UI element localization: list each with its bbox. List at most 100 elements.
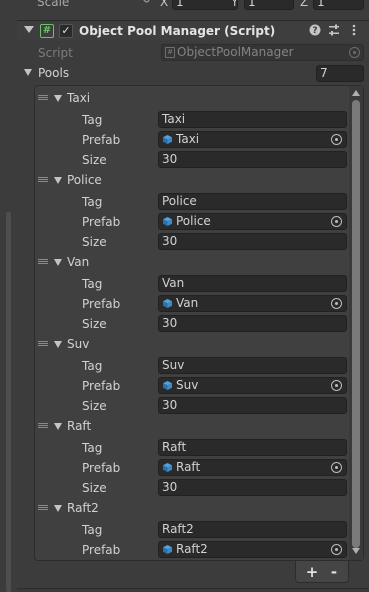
prefab-field[interactable]: Raft2 (158, 541, 347, 558)
pool-entry-name[interactable]: Raft2 (67, 501, 99, 515)
tag-label: Tag (82, 195, 103, 209)
prefab-cube-icon (163, 299, 172, 308)
prefab-label: Prefab (82, 461, 121, 475)
size-field[interactable]: 30 (158, 233, 347, 250)
axis-x-label[interactable]: X (160, 0, 168, 9)
presets-icon[interactable] (327, 24, 341, 38)
inspector-bottom-edge (17, 588, 369, 592)
list-scrollbar[interactable] (349, 86, 363, 560)
entry-foldout-icon[interactable] (54, 259, 62, 266)
scale-x-field[interactable]: 1 (172, 0, 238, 10)
tag-label: Tag (82, 113, 103, 127)
pools-label[interactable]: Pools (38, 66, 69, 80)
size-label: Size (82, 153, 107, 167)
tag-field[interactable]: Van (158, 275, 347, 292)
entry-foldout-icon[interactable] (54, 95, 62, 102)
pool-entry-name[interactable]: Taxi (67, 91, 90, 105)
pools-list-content: Taxi Tag Taxi Prefab Taxi Size 30 Police Tag Poli… (35, 86, 349, 560)
size-field[interactable]: 30 (158, 315, 347, 332)
entry-foldout-icon[interactable] (54, 423, 62, 430)
drag-handle-icon[interactable] (38, 341, 48, 346)
object-picker-icon[interactable] (331, 544, 342, 555)
help-icon[interactable]: ? (308, 24, 322, 38)
tag-label: Tag (82, 359, 103, 373)
tag-field[interactable]: Raft (158, 439, 347, 456)
pool-entry: Van Tag Van Prefab Van Size 30 (35, 253, 349, 335)
drag-handle-icon[interactable] (38, 177, 48, 182)
entry-foldout-icon[interactable] (54, 341, 62, 348)
drag-handle-icon[interactable] (38, 505, 48, 510)
tag-label: Tag (82, 277, 103, 291)
left-gutter (6, 212, 11, 592)
prefab-field[interactable]: Police (158, 213, 347, 230)
object-picker-icon (349, 47, 360, 58)
prefab-value: Police (176, 214, 211, 228)
component-enabled-checkbox[interactable]: ✓ (59, 24, 73, 38)
entry-foldout-icon[interactable] (54, 177, 62, 184)
pool-entry: Suv Tag Suv Prefab Suv Size 30 (35, 335, 349, 417)
pool-entry: Police Tag Police Prefab Police Size 30 (35, 171, 349, 253)
drag-handle-icon[interactable] (38, 423, 48, 428)
pool-entry-name[interactable]: Police (67, 173, 102, 187)
scale-z-field[interactable]: 1 (313, 0, 364, 10)
drag-handle-icon[interactable] (38, 259, 48, 264)
pool-entry: Taxi Tag Taxi Prefab Taxi Size 30 (35, 89, 349, 171)
tag-field[interactable]: Raft2 (158, 521, 347, 538)
pool-entry-name[interactable]: Van (67, 255, 89, 269)
script-hash-icon: # (40, 24, 54, 38)
size-field[interactable]: 30 (158, 397, 347, 414)
pools-foldout-icon[interactable] (24, 69, 32, 76)
object-picker-icon[interactable] (331, 134, 342, 145)
script-label: Script (38, 46, 73, 60)
size-label: Size (82, 235, 107, 249)
script-asset-icon: # (165, 47, 175, 58)
size-field[interactable]: 30 (158, 479, 347, 496)
scale-y-field[interactable]: 1 (244, 0, 294, 10)
prefab-field[interactable]: Taxi (158, 131, 347, 148)
kebab-menu-icon[interactable] (347, 24, 361, 38)
prefab-value: Raft2 (176, 542, 208, 556)
prefab-value: Van (176, 296, 199, 310)
constrain-proportions-icon[interactable] (138, 0, 150, 8)
scroll-up-arrow-icon[interactable] (352, 90, 360, 96)
tag-field[interactable]: Taxi (158, 111, 347, 128)
pool-entry: Raft Tag Raft Prefab Raft Size 30 (35, 417, 349, 499)
prefab-label: Prefab (82, 297, 121, 311)
prefab-cube-icon (163, 381, 172, 390)
drag-handle-icon[interactable] (38, 95, 48, 100)
svg-text:?: ? (312, 26, 317, 36)
prefab-label: Prefab (82, 379, 121, 393)
prefab-value: Taxi (176, 132, 200, 146)
pool-entry-name[interactable]: Suv (67, 337, 89, 351)
pools-count-field[interactable]: 7 (316, 65, 364, 82)
prefab-cube-icon (163, 545, 172, 554)
prefab-field[interactable]: Raft (158, 459, 347, 476)
scroll-thumb[interactable] (352, 100, 360, 548)
prefab-field[interactable]: Van (158, 295, 347, 312)
remove-element-button[interactable]: - (323, 563, 345, 581)
scale-label: Scale (37, 0, 70, 9)
object-picker-icon[interactable] (331, 298, 342, 309)
prefab-label: Prefab (82, 215, 121, 229)
prefab-field[interactable]: Suv (158, 377, 347, 394)
axis-y-label[interactable]: Y (231, 0, 238, 9)
tag-label: Tag (82, 523, 103, 537)
entry-foldout-icon[interactable] (54, 505, 62, 512)
size-field[interactable]: 30 (158, 151, 347, 168)
scroll-down-arrow-icon[interactable] (352, 548, 360, 554)
axis-z-label[interactable]: Z (300, 0, 308, 9)
script-value: ObjectPoolManager (177, 45, 294, 59)
tag-field[interactable]: Police (158, 193, 347, 210)
pool-entry-name[interactable]: Raft (67, 419, 91, 433)
component-header[interactable]: # ✓ Object Pool Manager (Script) ? (17, 20, 369, 41)
tag-label: Tag (82, 441, 103, 455)
prefab-value: Raft (176, 460, 201, 474)
component-foldout-icon[interactable] (24, 26, 34, 33)
object-picker-icon[interactable] (331, 216, 342, 227)
object-picker-icon[interactable] (331, 380, 342, 391)
add-element-button[interactable]: + (301, 563, 323, 581)
size-label: Size (82, 399, 107, 413)
tag-field[interactable]: Suv (158, 357, 347, 374)
component-title: Object Pool Manager (Script) (79, 24, 276, 38)
object-picker-icon[interactable] (331, 462, 342, 473)
